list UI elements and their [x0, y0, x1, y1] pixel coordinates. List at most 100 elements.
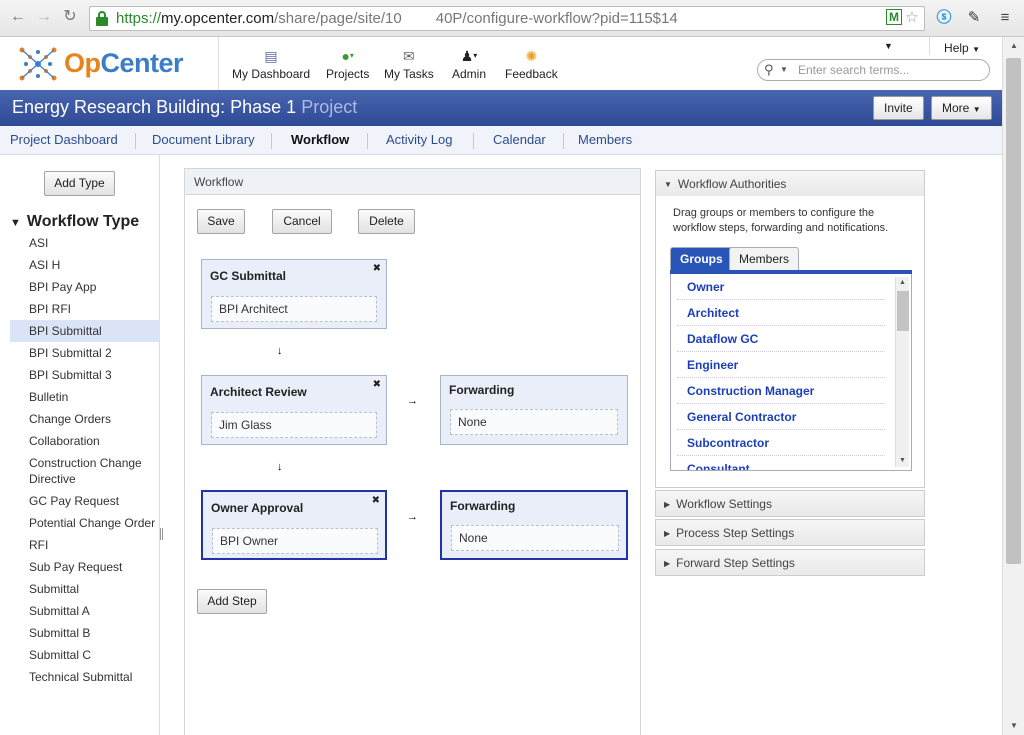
list-item[interactable]: Collaboration — [10, 430, 160, 452]
forward-icon[interactable]: → — [34, 7, 54, 27]
nav-my-dashboard[interactable]: ▤ My Dashboard — [232, 47, 310, 81]
forwarding-box[interactable]: Forwarding None — [440, 375, 628, 445]
group-item[interactable]: Dataflow GC — [677, 326, 885, 352]
forwarding-slot[interactable]: None — [451, 525, 619, 551]
tab-members[interactable]: Members — [578, 132, 632, 147]
list-item[interactable]: Change Orders — [10, 408, 160, 430]
forward-step-settings-header[interactable]: ▶ Forward Step Settings — [655, 549, 925, 576]
list-item[interactable]: Bulletin — [10, 386, 160, 408]
star-icon[interactable]: ☆ — [903, 9, 921, 27]
back-icon[interactable]: ← — [8, 7, 28, 27]
sidebar-resize-handle[interactable] — [160, 528, 163, 540]
tab-calendar[interactable]: Calendar — [493, 132, 546, 147]
scroll-thumb[interactable] — [1006, 58, 1021, 564]
more-button[interactable]: More ▼ — [931, 96, 992, 120]
step-assignee-slot[interactable]: BPI Owner — [212, 528, 378, 554]
page-scrollbar[interactable]: ▲ ▼ — [1002, 37, 1024, 735]
group-item[interactable]: Construction Manager — [677, 378, 885, 404]
tab-groups[interactable]: Groups — [670, 247, 733, 271]
workflow-step-active[interactable]: Owner Approval ✖ BPI Owner — [201, 490, 387, 560]
tab-document-library[interactable]: Document Library — [152, 132, 255, 147]
group-item[interactable]: General Contractor — [677, 404, 885, 430]
list-item[interactable]: Submittal B — [10, 622, 160, 644]
extension-icon[interactable]: M — [886, 9, 902, 25]
arrow-right-icon: → — [407, 395, 418, 407]
tab-members[interactable]: Members — [729, 247, 800, 271]
list-item[interactable]: BPI Submittal 2 — [10, 342, 160, 364]
nav-feedback[interactable]: ✺ Feedback — [505, 47, 558, 81]
help-menu[interactable]: Help ▼ — [944, 41, 980, 55]
authorities-description: Drag groups or members to configure the … — [673, 207, 889, 234]
save-button[interactable]: Save — [197, 209, 245, 234]
nav-admin[interactable]: ♟▾ Admin — [452, 47, 486, 81]
workflow-settings-header[interactable]: ▶ Workflow Settings — [655, 490, 925, 517]
list-item[interactable]: BPI RFI — [10, 298, 160, 320]
cancel-button[interactable]: Cancel — [272, 209, 332, 234]
tab-workflow[interactable]: Workflow — [291, 132, 349, 147]
workflow-step[interactable]: Architect Review ✖ Jim Glass — [201, 375, 387, 445]
scroll-down-icon[interactable]: ▼ — [1010, 721, 1018, 730]
workflow-authorities-header[interactable]: ▼ Workflow Authorities — [655, 170, 925, 197]
opcenter-logo[interactable]: OpCenter — [16, 44, 196, 84]
list-item[interactable]: Construction Change Directive — [10, 452, 160, 490]
expanded-triangle-icon: ▼ — [664, 180, 672, 189]
group-item[interactable]: Owner — [677, 274, 885, 300]
list-item[interactable]: ASI H — [10, 254, 160, 276]
list-item[interactable]: Submittal A — [10, 600, 160, 622]
eyedropper-icon[interactable]: ✎ — [965, 9, 983, 27]
tab-activity-log[interactable]: Activity Log — [386, 132, 452, 147]
forwarding-slot[interactable]: None — [450, 409, 618, 435]
collapsed-triangle-icon: ▶ — [664, 529, 671, 538]
add-type-button[interactable]: Add Type — [44, 171, 115, 196]
forwarding-title: Forwarding — [449, 383, 515, 397]
group-item[interactable]: Architect — [677, 300, 885, 326]
process-step-settings-header[interactable]: ▶ Process Step Settings — [655, 519, 925, 546]
group-item[interactable]: Engineer — [677, 352, 885, 378]
arrow-down-icon: ↓ — [277, 345, 283, 357]
reload-icon[interactable]: ↻ — [60, 7, 80, 27]
workflow-authorities-panel: Drag groups or members to configure the … — [655, 196, 925, 488]
dashboard-icon: ▤ — [264, 48, 278, 64]
group-list-scrollbar[interactable]: ▲ ▼ — [895, 277, 909, 467]
list-item[interactable]: Potential Change Order — [10, 512, 160, 534]
delete-button[interactable]: Delete — [358, 209, 415, 234]
scroll-up-icon[interactable]: ▲ — [1010, 41, 1018, 50]
list-item[interactable]: Submittal C — [10, 644, 160, 666]
group-item[interactable]: Consultant — [677, 456, 885, 470]
arrow-down-icon: ↓ — [277, 461, 283, 473]
workflow-type-heading[interactable]: ▼ Workflow Type — [10, 213, 139, 231]
scroll-up-icon[interactable]: ▲ — [899, 279, 906, 286]
list-item[interactable]: BPI Pay App — [10, 276, 160, 298]
tab-project-dashboard[interactable]: Project Dashboard — [10, 132, 118, 147]
search-options-caret[interactable]: ▼ — [780, 65, 788, 74]
list-item[interactable]: RFI — [10, 534, 160, 556]
close-icon[interactable]: ✖ — [373, 379, 381, 390]
add-step-button[interactable]: Add Step — [197, 589, 267, 614]
list-item[interactable]: GC Pay Request — [10, 490, 160, 512]
menu-icon[interactable]: ≡ — [996, 9, 1014, 27]
nav-my-tasks[interactable]: ✉ My Tasks — [384, 47, 434, 81]
user-menu-caret[interactable]: ▼ — [884, 41, 893, 51]
workflow-step[interactable]: GC Submittal ✖ BPI Architect — [201, 259, 387, 329]
forwarding-box-active[interactable]: Forwarding None — [440, 490, 628, 560]
scroll-thumb[interactable] — [897, 291, 909, 331]
group-item[interactable]: Subcontractor — [677, 430, 885, 456]
list-item[interactable]: Sub Pay Request — [10, 556, 160, 578]
close-icon[interactable]: ✖ — [372, 495, 380, 506]
invite-button[interactable]: Invite — [873, 96, 924, 120]
search-input[interactable]: ⚲ ▼ Enter search terms... — [757, 59, 990, 81]
list-item[interactable]: Technical Submittal — [10, 666, 160, 688]
nav-projects[interactable]: ●▾ Projects — [326, 47, 369, 81]
list-item[interactable]: BPI Submittal 3 — [10, 364, 160, 386]
list-item-selected[interactable]: BPI Submittal — [10, 320, 160, 342]
site-header: OpCenter ▤ My Dashboard ●▾ Projects ✉ My… — [0, 37, 1002, 90]
close-icon[interactable]: ✖ — [373, 263, 381, 274]
skype-icon[interactable]: ⓢ — [935, 9, 953, 27]
address-bar[interactable]: https://my.opcenter.com/share/page/site/… — [89, 6, 925, 31]
list-item[interactable]: Submittal — [10, 578, 160, 600]
scroll-down-icon[interactable]: ▼ — [899, 457, 906, 464]
step-assignee-slot[interactable]: Jim Glass — [211, 412, 377, 438]
workflow-panel-title: Workflow — [185, 169, 640, 195]
step-assignee-slot[interactable]: BPI Architect — [211, 296, 377, 322]
list-item[interactable]: ASI — [10, 232, 160, 254]
